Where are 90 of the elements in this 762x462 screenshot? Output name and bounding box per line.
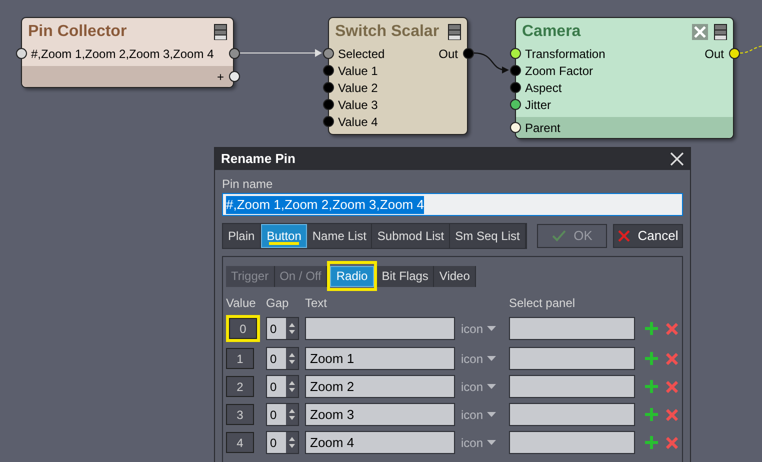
- pin-icon[interactable]: [510, 48, 520, 59]
- gap-spinner[interactable]: 0: [266, 375, 299, 398]
- node-card[interactable]: Pin Collector #,Zoom 1,Zoom 2,Zoom 3,Zoom 4 +: [21, 17, 234, 88]
- value-cell: 2: [226, 376, 254, 397]
- caret-icon: [487, 384, 496, 389]
- node-card[interactable]: Camera Transformation Out Zoom Factor Aspect Jitter Parent: [515, 17, 734, 139]
- pin-icon[interactable]: [322, 82, 334, 93]
- add-icon[interactable]: [645, 380, 658, 393]
- column-header: Select panel: [509, 296, 576, 310]
- field-label: Pin name: [222, 178, 274, 190]
- pin-label: Value 1: [338, 64, 378, 76]
- select-panel-field[interactable]: [509, 375, 635, 398]
- add-icon[interactable]: [645, 352, 658, 365]
- checkmark-icon: [552, 230, 566, 242]
- gap-spinner[interactable]: 0: [266, 317, 299, 340]
- connection-line: [740, 46, 762, 54]
- pin-label: Out: [438, 48, 458, 60]
- pin-name-field[interactable]: #,Zoom 1,Zoom 2,Zoom 3,Zoom 4: [222, 193, 683, 216]
- subtab[interactable]: Bit Flags: [376, 266, 434, 286]
- text-field[interactable]: [305, 317, 455, 340]
- spin-arrows-icon[interactable]: [286, 432, 298, 453]
- value-cell: 0: [229, 318, 257, 339]
- value-cell: 3: [226, 404, 254, 425]
- pin-label: +: [216, 70, 224, 82]
- pin-label: Out: [704, 48, 724, 60]
- gap-spinner[interactable]: 0: [266, 347, 299, 370]
- add-icon[interactable]: [645, 322, 658, 335]
- value-cell: 4: [226, 432, 254, 453]
- text-field[interactable]: Zoom 1: [305, 347, 455, 370]
- spin-arrows-icon[interactable]: [286, 376, 298, 397]
- select-panel-field[interactable]: [509, 317, 635, 340]
- text-field[interactable]: Zoom 4: [305, 431, 455, 454]
- pin-icon[interactable]: [16, 48, 26, 59]
- caret-icon: [487, 356, 496, 361]
- caret-icon: [487, 412, 496, 417]
- node-menu-icon[interactable]: [448, 24, 461, 40]
- pin-label: Value 4: [338, 116, 378, 128]
- column-header: Value: [226, 296, 257, 310]
- select-panel-field[interactable]: [509, 347, 635, 370]
- node-menu-icon[interactable]: [214, 24, 227, 40]
- node-title: Pin Collector: [28, 22, 127, 42]
- add-icon[interactable]: [645, 408, 658, 421]
- tab[interactable]: Submod List: [372, 224, 450, 248]
- node-title: Camera: [522, 22, 581, 42]
- spin-arrows-icon[interactable]: [286, 348, 298, 369]
- node-title: Switch Scalar: [335, 22, 440, 42]
- value-cell: 1: [226, 348, 254, 369]
- pin-label: #,Zoom 1,Zoom 2,Zoom 3,Zoom 4: [31, 48, 214, 60]
- cancel-button[interactable]: Cancel: [613, 224, 683, 248]
- subtab[interactable]: Radio: [330, 266, 374, 286]
- select-panel-field[interactable]: [509, 403, 635, 426]
- pin-icon[interactable]: [322, 116, 334, 127]
- pin-icon[interactable]: [322, 48, 334, 59]
- select-panel-field[interactable]: [509, 431, 635, 454]
- text-field[interactable]: Zoom 3: [305, 403, 455, 426]
- tab[interactable]: Button: [260, 224, 308, 248]
- caret-icon: [487, 326, 496, 331]
- add-icon[interactable]: [645, 436, 658, 449]
- gap-spinner[interactable]: 0: [266, 431, 299, 454]
- pin-icon[interactable]: [510, 65, 520, 76]
- pin-label: Aspect: [525, 82, 562, 94]
- spin-arrows-icon[interactable]: [286, 318, 298, 339]
- pin-label: Transformation: [525, 48, 606, 60]
- column-header: Gap: [266, 296, 290, 310]
- pin-icon[interactable]: [510, 82, 520, 93]
- tab[interactable]: Name List: [307, 224, 372, 248]
- column-header: Text: [305, 296, 328, 310]
- gap-spinner[interactable]: 0: [266, 403, 299, 426]
- dialog-title: Rename Pin: [221, 150, 296, 168]
- pin-label: Parent: [525, 122, 560, 134]
- pin-icon[interactable]: [322, 99, 334, 110]
- selected-text: #,Zoom 1,Zoom 2,Zoom 3,Zoom 4: [226, 196, 424, 214]
- close-icon[interactable]: [670, 152, 684, 166]
- pin-label: Selected: [338, 48, 385, 60]
- pin-label: Jitter: [525, 98, 552, 110]
- subtab[interactable]: Video: [434, 266, 476, 286]
- pin-label: Zoom Factor: [525, 64, 594, 76]
- tab[interactable]: Sm Seq List: [450, 224, 526, 248]
- x-icon: [618, 230, 630, 242]
- pin-icon[interactable]: [510, 122, 520, 133]
- node-menu-icon[interactable]: [714, 24, 727, 40]
- caret-icon: [487, 440, 496, 445]
- text-field[interactable]: Zoom 2: [305, 375, 455, 398]
- spin-arrows-icon[interactable]: [286, 404, 298, 425]
- pin-icon[interactable]: [510, 99, 520, 110]
- pin-label: Value 3: [338, 98, 378, 110]
- node-card[interactable]: Switch Scalar Selected Out Value 1 Value 2 Value 3 Value 4: [328, 17, 468, 135]
- pin-icon[interactable]: [322, 65, 334, 76]
- connection-arrow: [474, 52, 509, 74]
- pin-label: Value 2: [338, 82, 378, 94]
